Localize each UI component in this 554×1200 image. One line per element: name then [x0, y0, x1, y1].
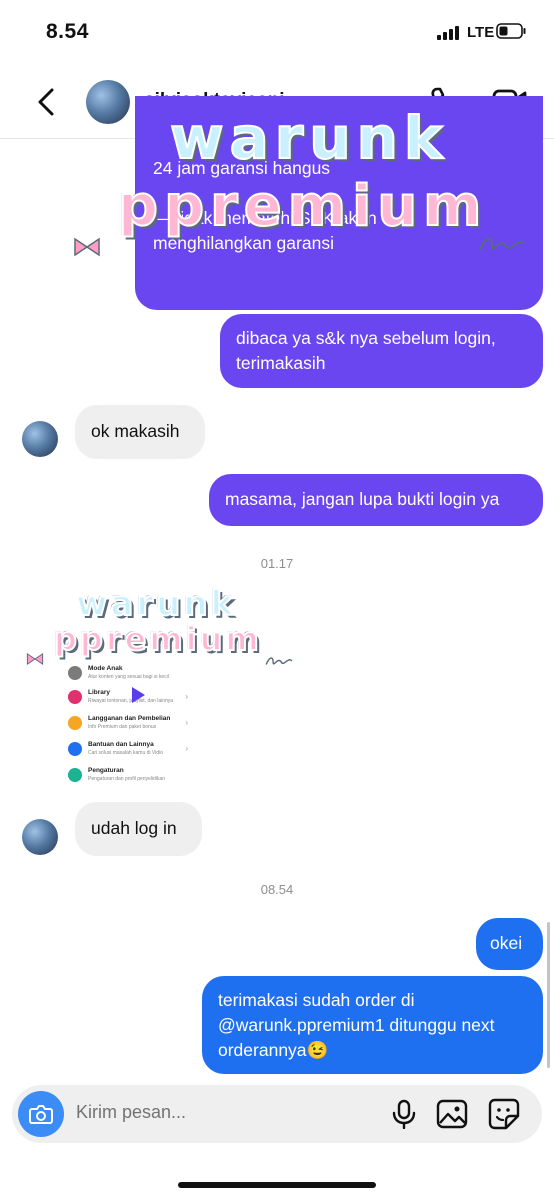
incoming-message[interactable]: udah log in	[75, 802, 202, 856]
sticker-line-2: ppremium	[53, 619, 262, 659]
message-text: ok makasih	[91, 421, 180, 441]
message-text: masama, jangan lupa bukti login ya	[225, 489, 500, 509]
outgoing-message[interactable]: masama, jangan lupa bukti login ya	[209, 474, 543, 526]
message-line: orderannya😉	[218, 1040, 329, 1060]
contact-avatar-small[interactable]	[22, 421, 58, 457]
contact-avatar-small[interactable]	[22, 819, 58, 855]
home-indicator	[178, 1182, 376, 1188]
screenshot-row: Pengaturan Pengaturan dan profil penyeli…	[68, 766, 188, 796]
status-bar: 8.54 LTE	[0, 0, 554, 66]
timestamp: 01.17	[260, 556, 294, 571]
contact-avatar[interactable]	[86, 80, 130, 124]
play-icon	[132, 687, 145, 703]
battery-icon	[496, 23, 526, 39]
sticker-line-2: ppremium	[117, 173, 488, 240]
swirl-icon	[479, 238, 525, 251]
sticker-line-1: warunk	[169, 103, 449, 173]
sticker-line-1: warunk	[75, 583, 237, 625]
watermark-sticker: warunk ppremium	[74, 103, 528, 257]
camera-icon	[29, 1105, 53, 1124]
microphone-icon[interactable]	[389, 1099, 419, 1129]
camera-button[interactable]	[18, 1091, 64, 1137]
scrollbar[interactable]	[547, 922, 550, 1068]
swirl-icon	[265, 657, 293, 665]
shared-screenshot[interactable]: Mode Anak Atur konten yang sesuai bagi s…	[62, 660, 194, 792]
message-text: okei	[490, 933, 523, 953]
watermark-sticker-small: warunk ppremium	[26, 583, 298, 674]
sticker-icon[interactable]	[488, 1098, 520, 1130]
outgoing-message[interactable]: dibaca ya s&k nya sebelum login, terimak…	[220, 314, 543, 388]
message-line: terimakasi sudah order di	[218, 990, 415, 1010]
network-type: LTE	[467, 24, 495, 41]
message-line: @warunk.ppremium1 ditunggu next	[218, 1015, 495, 1035]
bow-icon	[74, 237, 100, 257]
gallery-icon[interactable]	[436, 1099, 468, 1129]
message-input[interactable]: Kirim pesan...	[76, 1102, 186, 1123]
incoming-message[interactable]: ok makasih	[75, 405, 205, 459]
bow-icon	[26, 653, 44, 665]
outgoing-message[interactable]: terimakasi sudah order di @warunk.ppremi…	[202, 976, 543, 1074]
signal-strength-icon	[437, 26, 463, 40]
back-icon[interactable]	[34, 84, 60, 120]
message-text: dibaca ya s&k nya sebelum login, terimak…	[236, 328, 496, 373]
status-time: 8.54	[46, 20, 89, 43]
message-composer: Kirim pesan...	[12, 1085, 542, 1143]
timestamp: 08.54	[260, 882, 294, 897]
message-text: udah log in	[91, 818, 177, 838]
outgoing-message[interactable]: okei	[476, 918, 543, 970]
